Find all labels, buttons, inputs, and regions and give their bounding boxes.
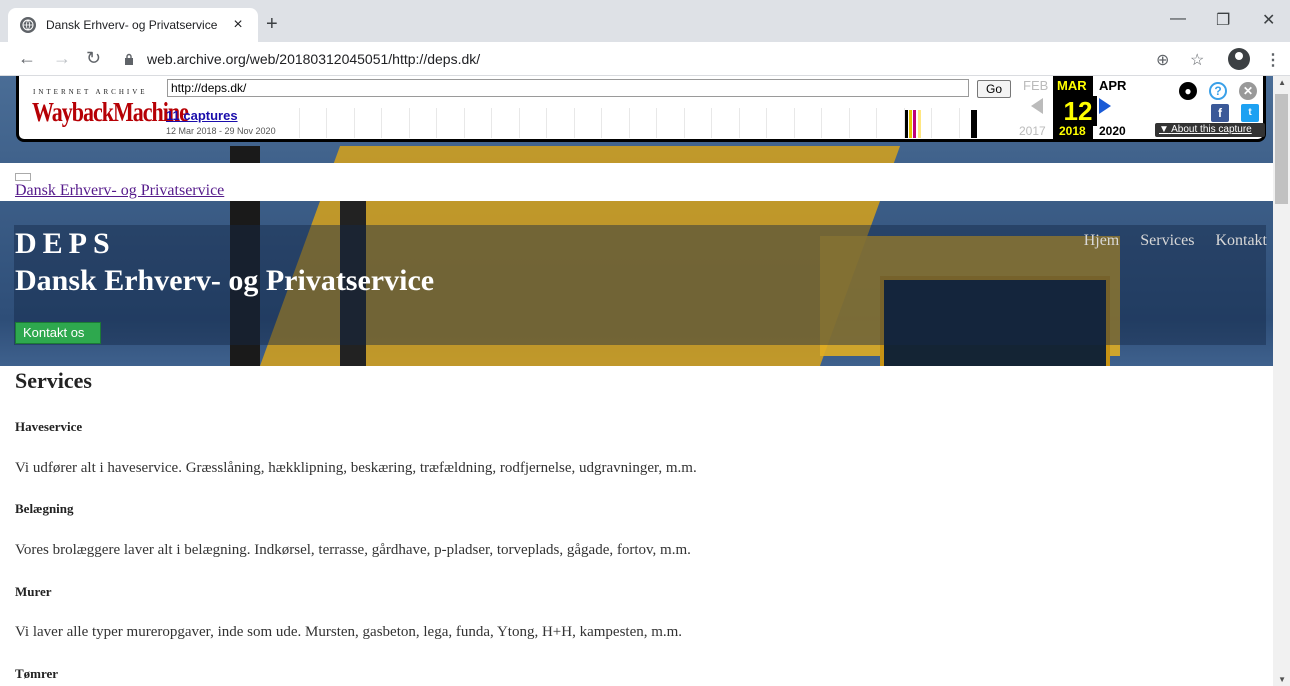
menu-icon[interactable]: ⋮ bbox=[1265, 50, 1281, 70]
next-year[interactable]: 2020 bbox=[1099, 124, 1126, 138]
prev-capture-icon[interactable] bbox=[1031, 98, 1043, 114]
tab-title: Dansk Erhverv- og Privatservice bbox=[46, 18, 218, 32]
prev-year[interactable]: 2017 bbox=[1019, 124, 1046, 138]
wayback-go-button[interactable]: Go bbox=[977, 80, 1011, 98]
lock-icon[interactable] bbox=[124, 53, 134, 65]
current-month: MAR bbox=[1057, 78, 1087, 93]
main-nav: Hjem Services Kontakt bbox=[1084, 232, 1267, 250]
service-title: Haveservice bbox=[15, 419, 83, 434]
bookmark-star-icon[interactable]: ☆ bbox=[1190, 50, 1204, 70]
capture-sparkline[interactable] bbox=[299, 108, 985, 138]
broken-image-icon bbox=[15, 173, 31, 181]
logo-link[interactable]: Dansk Erhverv- og Privatservice bbox=[15, 182, 224, 200]
browser-toolbar: ← → ↻ web.archive.org/web/20180312045051… bbox=[0, 42, 1290, 76]
wayback-logo[interactable]: WaybackMachine bbox=[32, 96, 189, 129]
chevron-down-icon: ▼ bbox=[1159, 124, 1169, 135]
tab-close-icon[interactable]: × bbox=[230, 16, 246, 34]
current-day: 12 bbox=[1059, 96, 1097, 126]
facebook-icon[interactable]: f bbox=[1211, 104, 1229, 122]
scroll-up-icon[interactable]: ▲ bbox=[1278, 78, 1286, 87]
service-title: Belægning bbox=[15, 501, 74, 516]
brand-title: DEPS bbox=[15, 227, 116, 260]
prev-month[interactable]: FEB bbox=[1023, 78, 1048, 93]
service-description: Vi udfører alt i haveservice. Græsslånin… bbox=[15, 460, 697, 476]
account-icon[interactable]: ● bbox=[1179, 82, 1197, 100]
wayback-toolbar: INTERNET ARCHIVE WaybackMachine http://d… bbox=[16, 76, 1266, 142]
globe-icon bbox=[20, 17, 36, 33]
help-icon[interactable]: ? bbox=[1209, 82, 1227, 100]
capture-bar[interactable] bbox=[909, 110, 912, 138]
maximize-button[interactable]: ❐ bbox=[1216, 10, 1230, 30]
tab-strip: Dansk Erhverv- og Privatservice × + — ❐ … bbox=[0, 0, 1290, 42]
brand-subtitle: Dansk Erhverv- og Privatservice bbox=[15, 264, 435, 297]
current-year: 2018 bbox=[1059, 124, 1086, 138]
browser-tab[interactable]: Dansk Erhverv- og Privatservice × bbox=[8, 8, 258, 42]
twitter-icon[interactable]: t bbox=[1241, 104, 1259, 122]
capture-bar[interactable] bbox=[913, 110, 916, 138]
wayback-url-input[interactable]: http://deps.dk/ bbox=[167, 79, 969, 97]
new-tab-button[interactable]: + bbox=[266, 14, 278, 34]
profile-avatar-icon[interactable] bbox=[1228, 48, 1250, 70]
logo-row: Dansk Erhverv- og Privatservice bbox=[0, 163, 1273, 201]
capture-bar[interactable] bbox=[971, 110, 977, 138]
next-capture-icon[interactable] bbox=[1099, 98, 1111, 114]
nav-item-kontakt[interactable]: Kontakt bbox=[1215, 232, 1267, 250]
nav-item-services[interactable]: Services bbox=[1140, 232, 1194, 250]
minimize-button[interactable]: — bbox=[1170, 10, 1186, 28]
contact-button[interactable]: Kontakt os bbox=[15, 322, 101, 344]
page-scrollbar[interactable]: ▲ ▼ bbox=[1273, 76, 1290, 686]
capture-range: 12 Mar 2018 - 29 Nov 2020 bbox=[166, 126, 276, 136]
service-title: Tømrer bbox=[15, 666, 59, 681]
back-button[interactable]: ← bbox=[18, 48, 36, 68]
services-section: Services Haveservice Vi udfører alt i ha… bbox=[0, 366, 1273, 686]
service-description: Vores brolæggere laver alt i belægning. … bbox=[15, 542, 691, 558]
address-bar[interactable]: web.archive.org/web/20180312045051/http:… bbox=[147, 51, 480, 67]
about-capture-button[interactable]: ▼ About this capture bbox=[1155, 123, 1265, 137]
captures-link[interactable]: 11 captures bbox=[166, 108, 238, 123]
capture-bar[interactable] bbox=[918, 110, 921, 138]
capture-bar[interactable] bbox=[905, 110, 908, 138]
nav-item-hjem[interactable]: Hjem bbox=[1084, 232, 1120, 250]
window-close-button[interactable]: ✕ bbox=[1262, 10, 1275, 30]
service-title: Murer bbox=[15, 584, 52, 599]
section-title: Services bbox=[15, 368, 92, 393]
service-description: Vi laver alle typer mureropgaver, inde s… bbox=[15, 624, 683, 640]
page-viewport: INTERNET ARCHIVE WaybackMachine http://d… bbox=[0, 76, 1290, 686]
about-capture-label: About this capture bbox=[1171, 124, 1252, 135]
forward-button[interactable]: → bbox=[53, 48, 71, 68]
scroll-down-icon[interactable]: ▼ bbox=[1278, 675, 1286, 684]
zoom-icon[interactable]: ⊕ bbox=[1156, 50, 1169, 70]
close-toolbar-icon[interactable]: ✕ bbox=[1239, 82, 1257, 100]
next-month[interactable]: APR bbox=[1099, 78, 1126, 93]
reload-button[interactable]: ↻ bbox=[86, 48, 101, 68]
scroll-thumb[interactable] bbox=[1275, 94, 1288, 204]
internet-archive-label: INTERNET ARCHIVE bbox=[33, 88, 148, 96]
